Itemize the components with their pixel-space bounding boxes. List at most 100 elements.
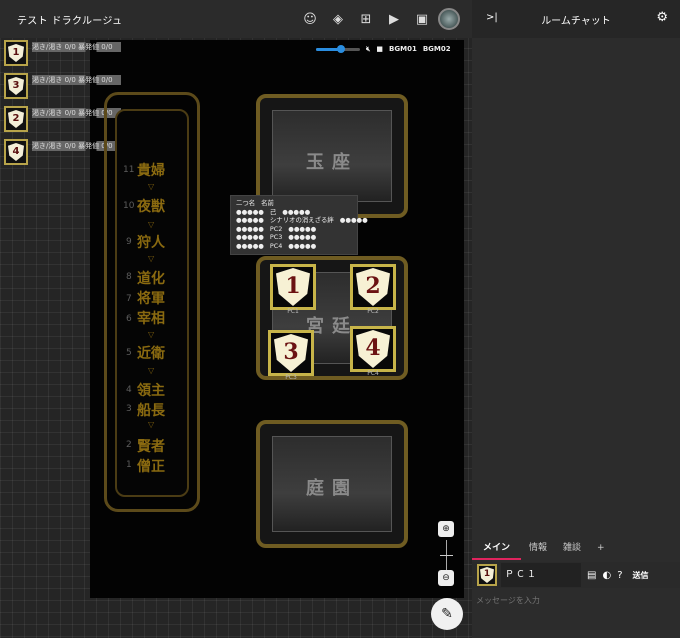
zoom-slider[interactable] xyxy=(440,540,453,570)
add-tab-button[interactable]: + xyxy=(589,536,613,560)
tooltip-cell: ●●●●● xyxy=(288,233,317,242)
pc-name: PC2 xyxy=(367,308,379,315)
character-shield-icon: 1 xyxy=(4,40,28,66)
send-button[interactable]: 送信 xyxy=(633,570,649,581)
chat-tools: ▤ ◐ ? xyxy=(587,570,623,581)
pc-token[interactable]: 4 PC4 xyxy=(350,326,396,377)
tooltip-cell: PC4 xyxy=(269,241,283,250)
rank-level: 9 xyxy=(126,237,132,247)
pc-name: PC3 xyxy=(285,374,297,381)
volume-slider-knob[interactable] xyxy=(337,44,345,53)
rank-level: 11 xyxy=(123,165,135,175)
rank-level: 10 xyxy=(123,201,135,211)
rank-label: 船長 xyxy=(137,403,165,419)
shield-icon: 3 xyxy=(274,334,308,372)
rank-level: 6 xyxy=(126,314,132,324)
rank-level: 4 xyxy=(126,385,132,395)
character-shield-icon: 2 xyxy=(4,106,28,132)
rank-level: 7 xyxy=(126,294,132,304)
rank-level: 3 xyxy=(126,404,132,414)
location-label: 庭園 xyxy=(306,478,358,499)
layers-icon[interactable]: ◈ xyxy=(324,0,352,38)
character-shield-icon: 3 xyxy=(4,73,28,99)
avatar[interactable] xyxy=(438,8,460,30)
rank-label: 近衛 xyxy=(137,346,165,362)
arrow-down-icon: ▽ xyxy=(148,220,155,229)
tab-chatter[interactable]: 雑談 xyxy=(555,536,589,560)
arrow-down-icon: ▽ xyxy=(148,366,155,375)
face-icon[interactable]: ☺ xyxy=(296,0,324,38)
pc-token[interactable]: 1 PC1 xyxy=(270,264,316,315)
tooltip-cell: ●●●●● xyxy=(236,241,264,250)
location-label: 玉座 xyxy=(306,152,358,173)
edit-fab[interactable]: ✎ xyxy=(431,598,463,630)
sender-name[interactable]: ＰＣ１ xyxy=(501,563,581,587)
top-bar: テスト ドラクルージュ ☺ ◈ ⊞ ▶ ▣ xyxy=(0,0,472,38)
tooltip-cell: シナリオの消えざる絆 xyxy=(269,216,334,225)
bgm-track-1[interactable]: BGM01 xyxy=(389,45,417,53)
arrow-down-icon: ▽ xyxy=(148,254,155,263)
character-item[interactable]: 1 渇き/渇き 0/0 暴発値 0/0 xyxy=(2,40,162,66)
room-title[interactable]: テスト ドラクルージュ xyxy=(17,12,122,27)
shield-icon: 4 xyxy=(356,330,390,368)
tooltip-cell: ●●●●● xyxy=(282,207,311,216)
tooltip-header: 名前 xyxy=(261,199,274,207)
tooltip-cell: 己 xyxy=(269,207,277,216)
add-box-icon[interactable]: ⊞ xyxy=(352,0,380,38)
shield-icon: 1 xyxy=(276,268,310,306)
pc-token[interactable]: 3 PC3 xyxy=(268,330,314,381)
tooltip-cell: PC2 xyxy=(269,224,283,233)
volume-slider[interactable] xyxy=(316,44,360,53)
help-icon[interactable]: ? xyxy=(617,570,622,581)
sender-shield-icon[interactable]: 1 xyxy=(477,564,497,586)
mute-icon[interactable]: 🔇︎ xyxy=(366,45,370,54)
rank-label: 道化 xyxy=(137,271,165,287)
tooltip-cell: ●●●●● xyxy=(236,233,264,242)
palette-icon[interactable]: ◐ xyxy=(602,570,611,581)
shield-icon: 2 xyxy=(356,268,390,306)
zoom-in-icon[interactable]: ⊕ xyxy=(438,521,454,537)
pc-name: PC1 xyxy=(287,308,299,315)
stop-icon[interactable]: ■ xyxy=(376,45,383,53)
pencil-icon: ✎ xyxy=(441,606,453,622)
rank-label: 将軍 xyxy=(137,291,165,307)
rank-label: 宰相 xyxy=(137,311,165,327)
rank-label: 僧正 xyxy=(137,459,165,475)
rank-label: 狩人 xyxy=(137,235,165,251)
chat-sender-row: 1 ＰＣ１ ▤ ◐ ? 送信 xyxy=(472,562,680,588)
toolbar: ☺ ◈ ⊞ ▶ ▣ xyxy=(296,0,460,38)
tooltip-cell: ●●●●● xyxy=(288,241,317,250)
arrow-down-icon: ▽ xyxy=(148,330,155,339)
pc-token[interactable]: 2 PC2 xyxy=(350,264,396,315)
arrow-down-icon: ▽ xyxy=(148,420,155,429)
chat-tabs: メイン 情報 雑談 + xyxy=(472,536,680,560)
zoom-out-icon[interactable]: ⊖ xyxy=(438,570,454,586)
rank-level: 5 xyxy=(126,348,132,358)
bgm-controls: 🔇︎ ■ BGM01 BGM02 xyxy=(316,42,466,56)
chat-header: >| ルームチャット ⚙ xyxy=(472,0,680,38)
rank-level: 1 xyxy=(126,460,132,470)
gear-icon[interactable]: ⚙ xyxy=(656,10,668,25)
location-garden[interactable]: 庭園 xyxy=(256,420,408,548)
tab-main[interactable]: メイン xyxy=(472,536,522,560)
bgm-track-2[interactable]: BGM02 xyxy=(423,45,451,53)
character-status: 渇き/渇き 0/0 暴発値 0/0 xyxy=(32,42,143,52)
movie-icon[interactable]: ▣ xyxy=(408,0,436,38)
rank-label: 賢者 xyxy=(137,439,165,455)
video-icon[interactable]: ▶ xyxy=(380,0,408,38)
rank-label: 夜獣 xyxy=(137,199,165,215)
list-icon[interactable]: ▤ xyxy=(587,570,596,581)
pc-name: PC4 xyxy=(367,370,379,377)
rank-level: 2 xyxy=(126,440,132,450)
rank-label: 貴婦 xyxy=(137,163,165,179)
rank-level: 8 xyxy=(126,272,132,282)
tooltip-header: 二つ名 xyxy=(236,199,256,207)
rank-label: 領主 xyxy=(137,383,165,399)
chat-panel: >| ルームチャット ⚙ メイン 情報 雑談 + 1 ＰＣ１ ▤ ◐ ? 送信 xyxy=(472,0,680,638)
tooltip-cell: ●●●●● xyxy=(236,216,264,225)
tab-info[interactable]: 情報 xyxy=(521,536,555,560)
arrow-down-icon: ▽ xyxy=(148,182,155,191)
message-input[interactable] xyxy=(476,592,676,608)
character-shield-icon: 4 xyxy=(4,139,28,165)
chat-title: ルームチャット xyxy=(541,15,611,27)
